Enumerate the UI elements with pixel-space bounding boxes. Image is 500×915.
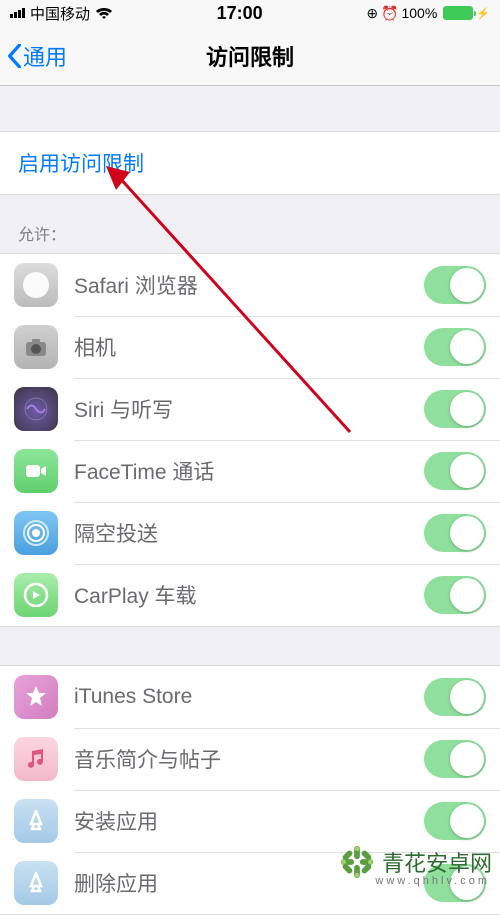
watermark-brand: 青花安卓网 (382, 846, 492, 878)
carplay-icon (14, 573, 58, 617)
row-label: iTunes Store (74, 685, 424, 709)
carrier-label: 中国移动 (30, 3, 90, 24)
siri-icon (14, 387, 58, 431)
battery-pct: 100% (401, 5, 437, 21)
toggle-carplay[interactable] (424, 576, 486, 614)
status-bar: 中国移动 17:00 ⊕ ⏰ 100% ⚡ (0, 0, 500, 26)
row-itunes: iTunes Store (0, 666, 500, 728)
toggle-siri[interactable] (424, 390, 486, 428)
music-icon (14, 737, 58, 781)
back-button[interactable]: 通用 (0, 40, 67, 72)
camera-icon (14, 325, 58, 369)
row-facetime: FaceTime 通话 (0, 440, 500, 502)
row-label: Safari 浏览器 (74, 270, 424, 300)
enable-label: 启用访问限制 (18, 153, 144, 176)
toggle-music[interactable] (424, 740, 486, 778)
row-carplay: CarPlay 车载 (0, 564, 500, 626)
back-label: 通用 (23, 40, 67, 72)
allow-group-1: Safari 浏览器 相机 Siri 与听写 FaceTime 通话 隔空投送 (0, 253, 500, 627)
appstore-install-icon (14, 799, 58, 843)
allow-section-header: 允许： (0, 195, 500, 253)
watermark-url: www.qhhlv.com (375, 875, 490, 887)
alarm-icon: ⏰ (381, 5, 398, 22)
toggle-camera[interactable] (424, 328, 486, 366)
status-right: ⊕ ⏰ 100% ⚡ (366, 5, 490, 22)
charging-icon: ⚡ (476, 7, 490, 20)
signal-icon (10, 8, 25, 18)
appstore-delete-icon (14, 861, 58, 905)
safari-icon (14, 263, 58, 307)
toggle-safari[interactable] (424, 266, 486, 304)
facetime-icon (14, 449, 58, 493)
row-camera: 相机 (0, 316, 500, 378)
row-siri: Siri 与听写 (0, 378, 500, 440)
row-label: 音乐简介与帖子 (74, 744, 424, 774)
status-left: 中国移动 (10, 3, 113, 24)
row-safari: Safari 浏览器 (0, 254, 500, 316)
row-label: 隔空投送 (74, 518, 424, 548)
wifi-icon (95, 7, 113, 20)
status-time: 17:00 (217, 3, 263, 24)
chevron-left-icon (6, 44, 22, 68)
itunes-store-icon (14, 675, 58, 719)
row-label: 安装应用 (74, 806, 424, 836)
nav-bar: 通用 访问限制 (0, 26, 500, 86)
watermark-logo-icon (338, 843, 376, 881)
rotation-lock-icon: ⊕ (366, 5, 378, 22)
toggle-facetime[interactable] (424, 452, 486, 490)
row-label: 相机 (74, 332, 424, 362)
toggle-itunes[interactable] (424, 678, 486, 716)
page-title: 访问限制 (0, 40, 500, 72)
enable-restrictions-button[interactable]: 启用访问限制 (0, 131, 500, 195)
row-label: CarPlay 车载 (74, 580, 424, 610)
row-airdrop: 隔空投送 (0, 502, 500, 564)
row-label: FaceTime 通话 (74, 456, 424, 486)
airdrop-icon (14, 511, 58, 555)
battery-icon (443, 6, 473, 20)
toggle-install[interactable] (424, 802, 486, 840)
row-music: 音乐简介与帖子 (0, 728, 500, 790)
row-label: Siri 与听写 (74, 394, 424, 424)
toggle-airdrop[interactable] (424, 514, 486, 552)
